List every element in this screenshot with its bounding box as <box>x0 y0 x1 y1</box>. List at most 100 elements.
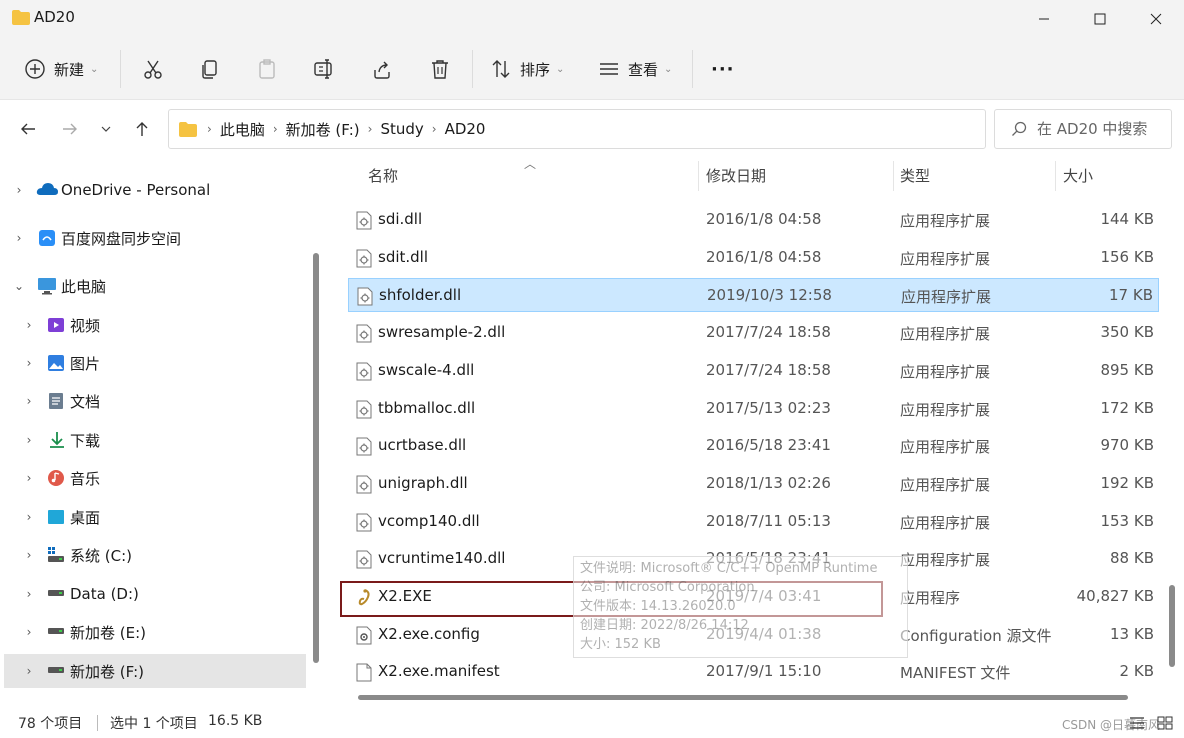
sidebar-item-drive-e[interactable]: › 新加卷 (E:) <box>0 615 306 649</box>
details-view-button[interactable] <box>1126 712 1148 734</box>
tooltip-version: 文件版本: 14.13.26020.0 <box>580 599 736 614</box>
file-row[interactable]: unigraph.dll 2018/1/13 02:26 应用程序扩展 192 KB <box>348 467 1159 501</box>
column-header-name[interactable]: 名称 <box>368 165 398 186</box>
search-box[interactable] <box>994 109 1172 149</box>
file-name: X2.exe.manifest <box>378 662 500 680</box>
file-size: 2 KB <box>1119 662 1154 680</box>
sidebar-item-pictures[interactable]: › 图片 <box>0 346 306 380</box>
chevron-right-icon[interactable]: › <box>22 510 36 524</box>
chevron-right-icon[interactable]: › <box>12 183 26 197</box>
column-divider[interactable] <box>1055 161 1056 191</box>
pictures-icon <box>48 355 64 371</box>
chevron-right-icon[interactable]: › <box>22 394 36 408</box>
file-size: 895 KB <box>1100 361 1154 379</box>
file-row[interactable]: X2.exe.manifest 2017/9/1 15:10 MANIFEST 文件… <box>348 655 1159 689</box>
file-row[interactable]: vcomp140.dll 2018/7/11 05:13 应用程序扩展 153 KB <box>348 505 1159 539</box>
file-date: 2019/10/3 12:58 <box>707 286 832 304</box>
sidebar-item-baidu-netdisk[interactable]: › 百度网盘同步空间 <box>0 221 306 255</box>
sidebar-item-drive-c[interactable]: › 系统 (C:) <box>0 538 306 572</box>
baidu-netdisk-icon <box>39 230 55 246</box>
status-bar: 78 个项目 选中 1 个项目 16.5 KB CSDN @日暮南风 <box>0 708 1184 738</box>
sidebar-item-this-pc[interactable]: ⌄ 此电脑 <box>0 269 306 303</box>
sidebar-item-downloads[interactable]: › 下载 <box>0 423 306 457</box>
file-row[interactable]: tbbmalloc.dll 2017/5/13 02:23 应用程序扩展 172 KB <box>348 392 1159 426</box>
sort-button[interactable]: 排序 ⌄ <box>490 52 564 86</box>
chevron-right-icon[interactable]: › <box>12 231 26 245</box>
breadcrumb-this-pc[interactable]: 此电脑 <box>220 119 265 140</box>
file-row[interactable]: swresample-2.dll 2017/7/24 18:58 应用程序扩展 350… <box>348 316 1159 350</box>
chevron-right-icon[interactable]: › <box>22 433 36 447</box>
file-row[interactable]: sdi.dll 2016/1/8 04:58 应用程序扩展 144 KB <box>348 203 1159 237</box>
arrow-right-icon <box>63 123 77 135</box>
chevron-down-icon: ⌄ <box>556 63 565 75</box>
sort-ascending-icon: ︿ <box>524 157 537 171</box>
file-row[interactable]: swscale-4.dll 2017/7/24 18:58 应用程序扩展 895 KB <box>348 354 1159 388</box>
vertical-scrollbar[interactable] <box>1169 585 1175 667</box>
sidebar-item-label: 视频 <box>70 316 101 335</box>
search-input[interactable] <box>1037 120 1167 138</box>
up-button[interactable] <box>128 115 156 143</box>
copy-button[interactable] <box>199 52 221 86</box>
chevron-right-icon: › <box>431 122 437 136</box>
pc-icon <box>38 278 56 295</box>
file-type: 应用程序扩展 <box>901 288 992 306</box>
chevron-right-icon: › <box>367 122 373 136</box>
file-row[interactable]: shfolder.dll 2019/10/3 12:58 应用程序扩展 17 KB <box>348 278 1159 312</box>
sidebar-item-videos[interactable]: › 视频 <box>0 308 306 342</box>
sort-label: 排序 <box>520 60 551 79</box>
dll-file-icon <box>356 211 372 230</box>
new-button[interactable]: 新建 ⌄ <box>24 52 98 86</box>
column-header-date[interactable]: 修改日期 <box>706 165 766 186</box>
close-button[interactable] <box>1128 0 1184 38</box>
column-divider[interactable] <box>698 161 699 191</box>
column-header-type[interactable]: 类型 <box>900 165 930 186</box>
file-row[interactable]: ucrtbase.dll 2016/5/18 23:41 应用程序扩展 970 KB <box>348 429 1159 463</box>
cut-button[interactable] <box>142 52 164 86</box>
breadcrumb-study[interactable]: Study <box>380 120 423 138</box>
sidebar-item-documents[interactable]: › 文档 <box>0 384 306 418</box>
delete-button[interactable] <box>429 52 451 86</box>
chevron-right-icon[interactable]: › <box>22 548 36 562</box>
maximize-icon <box>1094 13 1106 25</box>
share-button[interactable] <box>371 52 393 86</box>
sidebar-item-drive-d[interactable]: › Data (D:) <box>0 577 306 611</box>
more-options-button[interactable]: ··· <box>711 52 735 86</box>
view-button[interactable]: 查看 ⌄ <box>598 52 672 86</box>
file-row[interactable]: sdit.dll 2016/1/8 04:58 应用程序扩展 156 KB <box>348 241 1159 275</box>
chevron-down-icon[interactable]: ⌄ <box>12 279 26 293</box>
breadcrumb-drive-f[interactable]: 新加卷 (F:) <box>286 119 360 140</box>
file-type: 应用程序扩展 <box>900 363 991 381</box>
column-header-size[interactable]: 大小 <box>1063 165 1093 186</box>
chevron-right-icon[interactable]: › <box>22 625 36 639</box>
column-divider[interactable] <box>893 161 894 191</box>
horizontal-scrollbar[interactable] <box>358 695 1128 700</box>
selected-size: 16.5 KB <box>208 713 263 729</box>
paste-button[interactable] <box>256 52 278 86</box>
sidebar-item-music[interactable]: › 音乐 <box>0 461 306 495</box>
file-name: ucrtbase.dll <box>378 436 467 454</box>
chevron-right-icon[interactable]: › <box>22 471 36 485</box>
maximize-button[interactable] <box>1072 0 1128 38</box>
recent-locations-button[interactable] <box>92 115 120 143</box>
chevron-right-icon[interactable]: › <box>22 356 36 370</box>
chevron-right-icon[interactable]: › <box>22 318 36 332</box>
sidebar-item-drive-f[interactable]: › 新加卷 (F:) <box>4 654 306 688</box>
sidebar-item-desktop[interactable]: › 桌面 <box>0 500 306 534</box>
file-size: 350 KB <box>1100 323 1154 341</box>
chevron-right-icon[interactable]: › <box>22 664 36 678</box>
chevron-right-icon[interactable]: › <box>22 587 36 601</box>
minimize-button[interactable] <box>1016 0 1072 38</box>
toolbar-divider <box>472 50 473 88</box>
sidebar-scrollbar[interactable] <box>313 253 319 663</box>
paste-icon <box>259 59 275 79</box>
back-button[interactable] <box>14 115 42 143</box>
rename-button[interactable] <box>313 52 335 86</box>
sidebar-item-onedrive[interactable]: › OneDrive - Personal <box>0 173 306 207</box>
tiles-view-button[interactable] <box>1154 712 1176 734</box>
forward-button[interactable] <box>56 115 84 143</box>
file-date: 2017/7/24 18:58 <box>706 361 831 379</box>
sidebar-item-label: 桌面 <box>70 508 101 527</box>
address-bar[interactable]: › 此电脑 › 新加卷 (F:) › Study › AD20 <box>168 109 1141 149</box>
file-size: 40,827 KB <box>1076 587 1154 605</box>
breadcrumb-ad20[interactable]: AD20 <box>445 120 486 138</box>
